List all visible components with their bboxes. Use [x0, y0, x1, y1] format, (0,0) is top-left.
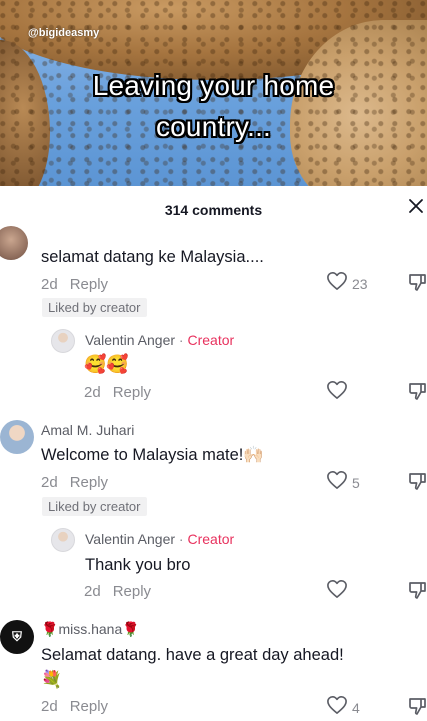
thumbs-down-icon[interactable]: [408, 471, 427, 496]
reply-button[interactable]: Reply: [113, 583, 151, 600]
thumbs-down-icon[interactable]: [408, 272, 427, 297]
creator-label: Creator: [187, 332, 235, 348]
rose-icon: 🌹: [41, 622, 59, 638]
comment-text: selamat datang ke Malaysia....: [41, 248, 264, 266]
rose-icon: 🌹: [122, 622, 140, 638]
video-caption-line-1: Leaving your home: [92, 70, 335, 101]
creator-name: Valentin Anger: [85, 332, 176, 348]
liked-by-creator-badge: Liked by creator: [42, 298, 147, 317]
like-count: 23: [352, 275, 368, 292]
like-button[interactable]: 23: [326, 271, 368, 296]
heart-outline-icon: [326, 380, 348, 405]
reply-button[interactable]: Reply: [70, 698, 108, 715]
username-text: miss.hana: [58, 621, 123, 637]
reply-username[interactable]: Valentin Anger · Creator: [85, 531, 234, 547]
like-button[interactable]: [326, 380, 352, 405]
avatar[interactable]: [0, 226, 28, 260]
thumbs-down-icon[interactable]: [408, 381, 427, 406]
heart-outline-icon: [326, 470, 348, 495]
reply-meta: 2d Reply: [84, 384, 151, 401]
like-count: 5: [352, 474, 360, 491]
avatar[interactable]: ⛨: [0, 620, 34, 654]
reply-text: 🥰🥰: [84, 354, 129, 375]
like-count: 4: [352, 699, 360, 716]
comment-time: 2d: [41, 474, 58, 491]
reply-text: Thank you bro: [85, 556, 191, 574]
reply-item: Valentin Anger · Creator Thank you bro 2…: [0, 527, 427, 607]
like-button[interactable]: 5: [326, 470, 360, 495]
avatar[interactable]: [51, 329, 75, 353]
reply-username[interactable]: Valentin Anger · Creator: [85, 332, 234, 348]
reply-button[interactable]: Reply: [70, 276, 108, 293]
comment-username[interactable]: 🌹miss.hana🌹: [41, 621, 140, 638]
video-preview[interactable]: @bigideasmy Leaving your home country...: [0, 0, 427, 186]
reply-time: 2d: [84, 384, 101, 401]
comment-meta: 2d Reply: [41, 474, 108, 491]
comment-item: ⛨ 🌹miss.hana🌹 Selamat datang. have a gre…: [0, 616, 427, 717]
like-button[interactable]: [326, 579, 352, 604]
comment-text-line-2: 💐: [41, 670, 63, 690]
reply-button[interactable]: Reply: [70, 474, 108, 491]
thumbs-down-icon[interactable]: [408, 696, 427, 721]
comment-time: 2d: [41, 698, 58, 715]
comment-meta: 2d Reply: [41, 698, 108, 715]
heart-outline-icon: [326, 695, 348, 720]
avatar[interactable]: [0, 420, 34, 454]
like-button[interactable]: 4: [326, 695, 360, 720]
comment-text: Selamat datang. have a great day ahead!: [41, 646, 344, 664]
comment-username[interactable]: Amal M. Juhari: [41, 422, 134, 438]
reply-time: 2d: [84, 583, 101, 600]
video-caption-line-2: country...: [155, 111, 272, 142]
reply-button[interactable]: Reply: [113, 384, 151, 401]
creator-name: Valentin Anger: [85, 531, 176, 547]
reply-item: Valentin Anger · Creator 🥰🥰 2d Reply: [0, 328, 427, 408]
avatar[interactable]: [51, 528, 75, 552]
close-icon[interactable]: [408, 198, 427, 220]
video-watermark: @bigideasmy: [28, 27, 100, 39]
avatar-monogram-icon: ⛨: [12, 629, 22, 645]
heart-outline-icon: [326, 271, 348, 296]
comment-count: 314 comments: [164, 202, 263, 218]
comment-time: 2d: [41, 276, 58, 293]
liked-by-creator-badge: Liked by creator: [42, 497, 147, 516]
thumbs-down-icon[interactable]: [408, 580, 427, 605]
comment-meta: 2d Reply: [41, 276, 108, 293]
reply-meta: 2d Reply: [84, 583, 151, 600]
comment-item: selamat datang ke Malaysia.... 2d Reply L…: [0, 224, 427, 324]
creator-label: Creator: [187, 531, 235, 547]
heart-outline-icon: [326, 579, 348, 604]
comment-text: Welcome to Malaysia mate!🙌🏻: [41, 446, 264, 464]
comment-item: Amal M. Juhari Welcome to Malaysia mate!…: [0, 418, 427, 518]
